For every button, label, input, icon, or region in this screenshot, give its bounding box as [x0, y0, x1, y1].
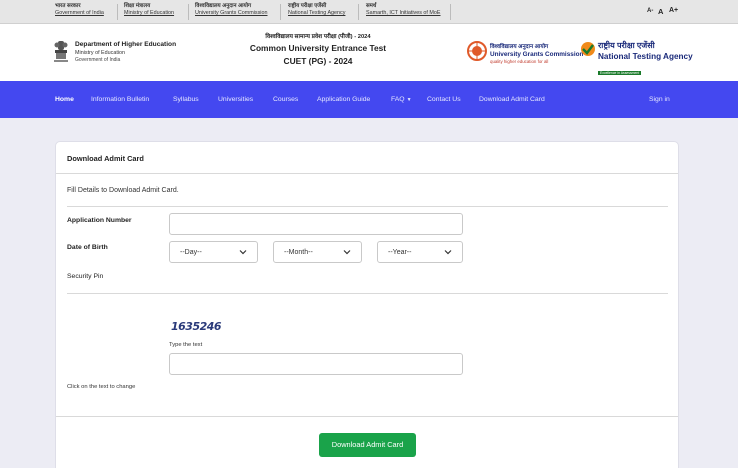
- divider: [56, 173, 678, 174]
- admit-card-form: Download Admit Card Fill Details to Down…: [55, 141, 679, 468]
- nta-block: राष्ट्रीय परीक्षा एजेंसी National Testin…: [598, 40, 693, 79]
- form-intro: Fill Details to Download Admit Card.: [67, 187, 179, 194]
- gov-link-samarth[interactable]: समर्थ Samarth, ICT Initiatives of MoE: [366, 3, 441, 17]
- font-decrease-button[interactable]: A-: [647, 8, 653, 14]
- gov-link-en: National Testing Agency: [288, 10, 346, 16]
- divider: [358, 4, 359, 20]
- dob-year-select[interactable]: --Year--: [377, 241, 463, 263]
- application-number-input[interactable]: [169, 213, 463, 235]
- captcha-refresh-hint[interactable]: Click on the text to change: [67, 384, 135, 390]
- dob-month-value: --Month--: [284, 249, 313, 256]
- dob-label: Date of Birth: [67, 244, 108, 251]
- ugc-tagline: quality higher education for all: [490, 59, 549, 64]
- nav-home[interactable]: Home: [55, 96, 74, 103]
- ugc-block: विश्वविद्यालय अनुदान आयोग University Gra…: [490, 42, 583, 64]
- gov-link-india[interactable]: भारत सरकार Government of India: [55, 3, 104, 17]
- gov-link-ugc[interactable]: विश्वविद्यालय अनुदान आयोग University Gra…: [195, 3, 268, 17]
- site-header: Department of Higher Education Ministry …: [0, 24, 738, 81]
- type-text-label: Type the text: [169, 342, 203, 348]
- nta-name: National Testing Agency: [598, 52, 693, 61]
- national-emblem-icon: [54, 41, 68, 62]
- nav-contact-us[interactable]: Contact Us: [427, 96, 461, 103]
- exam-title: विश्वविद्यालय सामान्य प्रवेश परीक्षा (पी…: [230, 32, 406, 66]
- nav-syllabus[interactable]: Syllabus: [173, 96, 199, 103]
- gov-link-en: Government of India: [55, 10, 104, 16]
- dept-name: Department of Higher Education: [75, 41, 177, 48]
- font-increase-button[interactable]: A+: [669, 7, 678, 14]
- dob-day-select[interactable]: --Day--: [169, 241, 258, 263]
- main-navbar: Home Information Bulletin Syllabus Unive…: [0, 81, 738, 118]
- form-title: Download Admit Card: [67, 154, 144, 163]
- nav-download-admit-card[interactable]: Download Admit Card: [479, 96, 545, 103]
- gov-link-hi: विश्वविद्यालय अनुदान आयोग: [195, 3, 252, 9]
- nav-faq-dropdown[interactable]: FAQ ▼: [391, 96, 412, 103]
- divider: [117, 4, 118, 20]
- chevron-down-icon: [239, 250, 247, 255]
- ugc-name-hindi: विश्वविद्यालय अनुदान आयोग: [490, 44, 549, 50]
- captcha-input[interactable]: [169, 353, 463, 375]
- divider: [67, 293, 668, 294]
- gov-link-hi: समर्थ: [366, 3, 377, 9]
- government-name: Government of India: [75, 57, 121, 63]
- gov-link-hi: भारत सरकार: [55, 3, 81, 9]
- gov-link-hi: राष्ट्रीय परीक्षा एजेंसी: [288, 3, 327, 9]
- ugc-name: University Grants Commission: [490, 51, 584, 58]
- dob-day-value: --Day--: [180, 249, 202, 256]
- chevron-down-icon: [343, 250, 351, 255]
- gov-top-strip: भारत सरकार Government of India शिक्षा मं…: [0, 0, 738, 24]
- nta-logo-icon: [581, 42, 595, 56]
- nav-information-bulletin[interactable]: Information Bulletin: [91, 96, 149, 103]
- dob-month-select[interactable]: --Month--: [273, 241, 362, 263]
- nta-name-hindi: राष्ट्रीय परीक्षा एजेंसी: [598, 41, 655, 50]
- dob-year-value: --Year--: [388, 249, 412, 256]
- gov-link-moe[interactable]: शिक्षा मंत्रालय Ministry of Education: [124, 3, 174, 17]
- exam-title-short: CUET (PG) - 2024: [283, 56, 353, 66]
- divider: [67, 206, 668, 207]
- caret-down-icon: ▼: [406, 97, 412, 103]
- divider: [56, 416, 678, 417]
- nav-sign-in[interactable]: Sign in: [649, 96, 670, 103]
- captcha-image[interactable]: 1635246: [170, 319, 222, 333]
- nav-application-guide[interactable]: Application Guide: [317, 96, 370, 103]
- download-admit-card-button[interactable]: Download Admit Card: [319, 433, 416, 457]
- nav-courses[interactable]: Courses: [273, 96, 298, 103]
- exam-title-hindi: विश्वविद्यालय सामान्य प्रवेश परीक्षा (पी…: [265, 34, 371, 40]
- gov-link-en: Ministry of Education: [124, 10, 175, 16]
- divider: [280, 4, 281, 20]
- font-reset-button[interactable]: A: [658, 7, 663, 16]
- security-pin-label: Security Pin: [67, 273, 104, 280]
- ministry-name: Ministry of Education: [75, 50, 126, 56]
- chevron-down-icon: [444, 250, 452, 255]
- divider: [450, 4, 451, 20]
- gov-link-nta[interactable]: राष्ट्रीय परीक्षा एजेंसी National Testin…: [288, 3, 345, 17]
- gov-link-en: University Grants Commission: [195, 10, 268, 16]
- exam-title-english: Common University Entrance Test: [249, 43, 387, 53]
- captcha-text: 1635246: [171, 320, 222, 333]
- application-number-label: Application Number: [67, 217, 132, 224]
- nav-faq-label: FAQ: [391, 96, 405, 103]
- nta-tagline: Excellence in Assessment: [598, 71, 642, 75]
- divider: [188, 4, 189, 20]
- dept-block: Department of Higher Education Ministry …: [75, 41, 176, 63]
- ugc-logo-icon: [467, 41, 487, 61]
- gov-link-hi: शिक्षा मंत्रालय: [124, 3, 151, 9]
- gov-link-en: Samarth, ICT Initiatives of MoE: [366, 10, 441, 16]
- nav-universities[interactable]: Universities: [218, 96, 253, 103]
